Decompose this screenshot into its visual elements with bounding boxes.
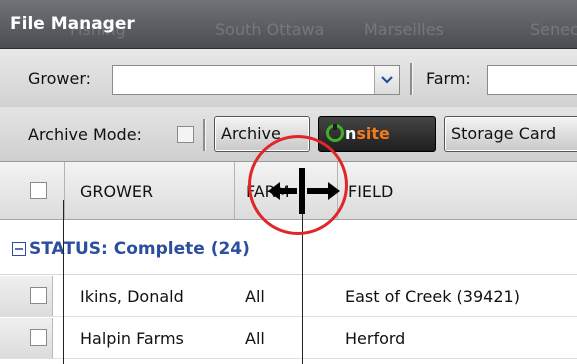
filter-toolbar: Grower: Farm:	[0, 49, 577, 108]
storage-card-button[interactable]: Storage Card	[444, 116, 577, 152]
table-row[interactable]: Ikins, Donald All East of Creek (39421)	[0, 276, 577, 317]
minus-icon	[15, 248, 23, 250]
onsite-label-suffix: site	[356, 124, 390, 143]
title-bar: Fishing South Ottawa Marseilles Seneca F…	[0, 0, 577, 49]
field-cell: East of Creek (39421)	[345, 287, 520, 306]
farm-label: Farm:	[426, 69, 471, 88]
grower-combobox[interactable]	[112, 65, 400, 95]
row-checkbox[interactable]	[30, 287, 47, 304]
select-all-checkbox[interactable]	[30, 182, 47, 199]
column-divider	[64, 162, 65, 219]
row-checkbox[interactable]	[30, 329, 47, 346]
grower-dropdown-button[interactable]	[374, 66, 399, 94]
background-label: Seneca	[530, 20, 577, 39]
grower-cell: Halpin Farms	[80, 329, 184, 348]
collapse-icon[interactable]	[12, 242, 26, 256]
farm-cell: All	[245, 287, 265, 306]
grower-cell: Ikins, Donald	[80, 287, 184, 306]
grower-label: Grower:	[28, 69, 92, 88]
toolbar-separator	[203, 119, 206, 151]
field-cell: Herford	[345, 329, 406, 348]
column-divider	[234, 162, 235, 219]
onsite-button[interactable]: nsite	[318, 116, 436, 152]
archive-mode-label: Archive Mode:	[28, 125, 142, 144]
column-guide-line	[63, 200, 64, 364]
chevron-down-icon	[381, 76, 393, 84]
column-header-grower[interactable]: GROWER	[80, 182, 153, 201]
toolbar-separator	[410, 63, 413, 95]
table-row[interactable]: Halpin Farms All Herford	[0, 318, 577, 359]
onsite-logo-icon	[326, 124, 344, 142]
onsite-label-prefix: n	[345, 124, 357, 143]
archive-mode-checkbox[interactable]	[177, 126, 194, 143]
background-label: Marseilles	[364, 20, 444, 39]
farm-combobox[interactable]	[487, 65, 577, 95]
farm-cell: All	[245, 329, 265, 348]
highlight-circle	[248, 135, 348, 235]
window-title: File Manager	[10, 14, 135, 34]
background-label: South Ottawa	[215, 20, 325, 39]
column-header-field[interactable]: FIELD	[348, 182, 393, 201]
